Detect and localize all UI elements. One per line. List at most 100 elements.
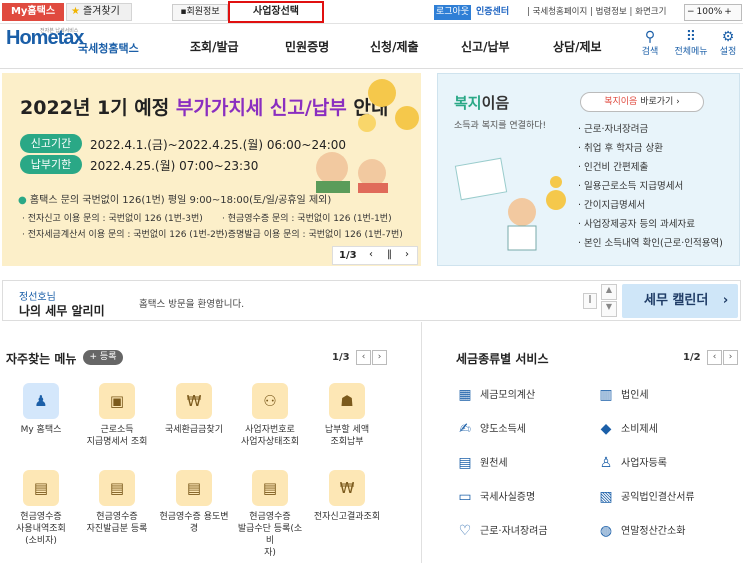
- quick-menu-prev-button[interactable]: ‹: [356, 350, 371, 365]
- receipt-search-icon: ▤: [99, 470, 135, 506]
- quick-item-receipt-change[interactable]: ▤ 현금영수증 용도변 경: [159, 470, 229, 535]
- quick-menu-next-button[interactable]: ›: [372, 350, 387, 365]
- notifier-up-button[interactable]: ▲: [601, 284, 617, 300]
- favorites-label: 즐겨찾기: [82, 6, 120, 17]
- search-label: 검색: [641, 47, 659, 57]
- banner-next-button[interactable]: ›: [405, 249, 409, 260]
- tax-services-prev-button[interactable]: ‹: [707, 350, 722, 365]
- notifier-pause-button[interactable]: ‖: [583, 293, 597, 309]
- faq-line: · 현금영수증 문의 : 국번없이 126 (1번-1번): [222, 214, 392, 224]
- briefcase-icon: ▣: [99, 383, 135, 419]
- grid-icon: ⠿: [685, 29, 697, 45]
- welfare-list: · 근로·자녀장려금 · 취업 후 학자금 상환 · 인건비 간편제출 · 일용…: [578, 121, 723, 254]
- zoom-plus-icon[interactable]: +: [722, 7, 734, 17]
- settings-button[interactable]: ⚙ 설정: [713, 30, 743, 57]
- logout-button[interactable]: 로그아웃: [434, 5, 471, 20]
- dot-icon: ●: [18, 195, 27, 206]
- welfare-item[interactable]: · 인건비 간편제출: [578, 159, 723, 178]
- util-links[interactable]: | 국세청홈페이지 | 법령정보 | 화면크기: [527, 5, 666, 20]
- member-info-button[interactable]: ▪회원정보: [172, 4, 228, 21]
- svc-transfer-tax[interactable]: ✍ 양도소득세: [456, 420, 526, 437]
- quick-item-efiling-result[interactable]: ₩ 전자신고결과조회: [312, 470, 382, 523]
- quick-item-receipt-self[interactable]: ▤ 현금영수증 자진발급분 등록: [82, 470, 152, 535]
- welfare-item[interactable]: · 일용근로소득 지급명세서: [578, 178, 723, 197]
- welfare-go-button[interactable]: 복지이음 바로가기 ›: [580, 92, 704, 112]
- notifier-down-button[interactable]: ▼: [601, 301, 617, 317]
- svc-year-end-settlement[interactable]: ◍ 연말정산간소화: [597, 522, 686, 539]
- svc-earned-income-credit[interactable]: ♡ 근로·자녀장려금: [456, 522, 548, 539]
- member-info-label: 회원정보: [186, 7, 220, 17]
- quick-item-tax-payment[interactable]: ☗ 납부할 세액 조회납부: [312, 383, 382, 448]
- faq-line: · 증명발급 이용 문의 : 국번없이 126 (1번-7번): [222, 230, 403, 240]
- receipt-icon: ▤: [23, 470, 59, 506]
- deadline-value: 2022.4.25.(월) 07:00~23:30: [90, 159, 259, 173]
- welfare-subtitle: 소득과 복지를 연결하다!: [454, 121, 547, 131]
- faq-line: · 전자세금계산서 이용 문의 : 국번없이 126 (1번-2번): [22, 230, 228, 240]
- heart-hand-icon: ♡: [458, 523, 472, 539]
- svc-corporate-tax[interactable]: ▥ 법인세: [597, 386, 648, 403]
- quick-item-refund[interactable]: ₩ 국세환급금찾기: [159, 383, 229, 436]
- settings-label: 설정: [719, 47, 737, 57]
- building-icon: ▥: [599, 387, 613, 403]
- welfare-item[interactable]: · 간이지급명세서: [578, 197, 723, 216]
- document-won-icon: ₩: [329, 470, 365, 506]
- svc-business-registration[interactable]: ♙ 사업자등록: [597, 454, 667, 471]
- plus-icon: +: [89, 352, 98, 362]
- quick-menu-add-button[interactable]: + 등록: [83, 350, 123, 365]
- gnb-item-filing[interactable]: 신고/납부: [461, 38, 510, 55]
- quick-item-receipt-register[interactable]: ▤ 현금영수증 발급수단 등록(소비 자): [235, 470, 305, 559]
- quick-item-wage-statement[interactable]: ▣ 근로소득 지급명세서 조회: [82, 383, 152, 448]
- gnb-item-inquiry[interactable]: 조회/발급: [190, 38, 239, 55]
- coin-icon: ₩: [176, 383, 212, 419]
- tax-calendar-button[interactable]: 세무 캘린더 ›: [622, 284, 738, 318]
- money-bag-icon: ☗: [329, 383, 365, 419]
- gnb-item-certificate[interactable]: 민원증명: [285, 38, 329, 55]
- welfare-item[interactable]: · 사업장제공자 등의 과세자료: [578, 216, 723, 235]
- quick-item-my-hometax[interactable]: ♟ My 홈택스: [6, 383, 76, 436]
- svc-withholding-tax[interactable]: ▤ 원천세: [456, 454, 507, 471]
- zoom-minus-icon[interactable]: −: [685, 7, 697, 17]
- gear-icon: ⚙: [721, 29, 735, 45]
- notifier-title: 나의 세무 알리미: [19, 304, 105, 318]
- certificate-icon: ▭: [458, 489, 472, 505]
- vat-banner[interactable]: 2022년 1기 예정 부가가치세 신고/납부 안내 신고기간 2022.4.1…: [2, 73, 421, 266]
- quick-menu-title: 자주찾는 메뉴: [6, 352, 77, 366]
- receipt-icon: ▤: [458, 455, 472, 471]
- gnb-item-consult[interactable]: 상담/제보: [553, 38, 602, 55]
- svc-tax-certificate[interactable]: ▭ 국세사실증명: [456, 488, 535, 505]
- svc-public-corp-settlement[interactable]: ▧ 공익법인결산서류: [597, 488, 694, 505]
- banner-page: 1/3: [339, 250, 357, 261]
- diamond-icon: ◆: [600, 421, 612, 437]
- gnb-item-application[interactable]: 신청/제출: [370, 38, 419, 55]
- panel-divider: [421, 322, 422, 563]
- tax-services-next-button[interactable]: ›: [723, 350, 738, 365]
- search-button[interactable]: ⚲ 검색: [635, 30, 665, 57]
- calculator-icon: ▦: [458, 387, 472, 403]
- person-icon: ♙: [599, 455, 613, 471]
- business-select-button[interactable]: 사업장선택: [228, 1, 324, 23]
- welfare-item[interactable]: · 근로·자녀장려금: [578, 121, 723, 140]
- logo-subtitle: 국세청홈택스: [78, 42, 139, 55]
- svc-consumption-tax[interactable]: ◆ 소비제세: [597, 420, 658, 437]
- star-icon: ★: [71, 6, 80, 17]
- receipt-card-icon: ▤: [252, 470, 288, 506]
- zoom-control[interactable]: −100% +: [684, 4, 742, 21]
- document-search-icon: ▧: [599, 489, 613, 505]
- hometax-logo[interactable]: 전자본 납세서비스 Hometax 국세청홈택스: [4, 27, 144, 63]
- welfare-item[interactable]: · 본인 소득내역 확인(근로·인적용역): [578, 235, 723, 254]
- quick-item-receipt-usage[interactable]: ▤ 현금영수증 사용내역조회 (소비자): [6, 470, 76, 547]
- banner-prev-button[interactable]: ‹: [369, 249, 373, 260]
- person-icon: ♟: [23, 383, 59, 419]
- user-greeting: 정선호님: [19, 292, 56, 303]
- deadline-badge: 납부기한: [20, 155, 82, 174]
- svc-tax-simulation[interactable]: ▦ 세금모의계산: [456, 386, 535, 403]
- cert-center-link[interactable]: 인증센터: [476, 5, 509, 20]
- quick-item-biz-status[interactable]: ⚇ 사업자번호로 사업자상태조회: [235, 383, 305, 448]
- banner-pause-button[interactable]: ‖: [387, 249, 392, 260]
- welfare-item[interactable]: · 취업 후 학자금 상환: [578, 140, 723, 159]
- all-menu-button[interactable]: ⠿ 전체메뉴: [670, 30, 712, 57]
- logo-wordmark: Hometax: [6, 27, 84, 49]
- favorites-button[interactable]: ★ 즐겨찾기: [66, 3, 132, 21]
- my-hometax-button[interactable]: My홈택스: [2, 3, 64, 21]
- notifier-message: 홈택스 방문을 환영합니다.: [139, 299, 245, 310]
